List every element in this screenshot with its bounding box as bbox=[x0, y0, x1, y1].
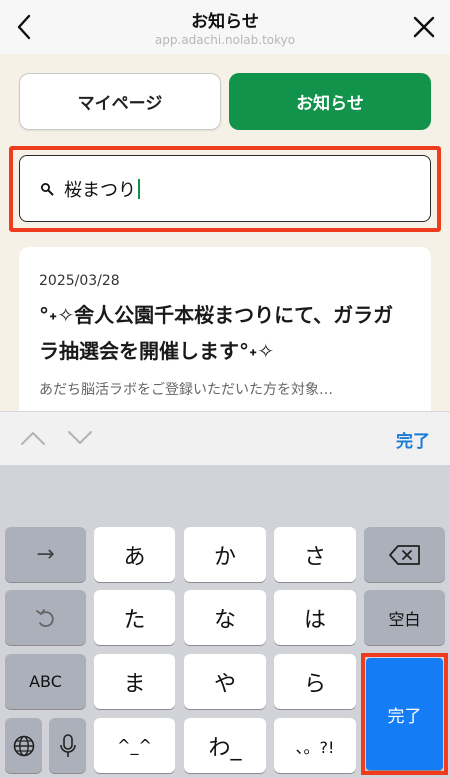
article-title: °˖✧舎人公園千本桜まつりにて、ガラガラ抽選会を開催します°˖✧ bbox=[39, 303, 394, 363]
chevron-down-icon[interactable] bbox=[67, 430, 93, 446]
search-icon bbox=[41, 182, 54, 195]
key-emoticon-label: ^_^ bbox=[117, 736, 152, 755]
close-icon bbox=[413, 16, 435, 38]
tab-notice[interactable]: お知らせ bbox=[229, 73, 431, 130]
microphone-icon bbox=[59, 733, 76, 757]
tab-mypage[interactable]: マイページ bbox=[19, 73, 221, 130]
key-ka[interactable]: か bbox=[184, 527, 266, 582]
backspace-key[interactable] bbox=[364, 527, 445, 582]
abc-key-label: ABC bbox=[29, 672, 62, 691]
undo-key[interactable] bbox=[5, 590, 86, 645]
key-sa[interactable]: さ bbox=[274, 527, 356, 582]
key-a[interactable]: あ bbox=[94, 527, 175, 582]
key-arrow[interactable]: → bbox=[5, 527, 86, 582]
key-ra-label: ら bbox=[303, 671, 326, 697]
keyboard-accessory-bar: 完了 bbox=[0, 411, 450, 465]
key-ya[interactable]: や bbox=[184, 654, 266, 709]
key-arrow-label: → bbox=[36, 542, 55, 567]
text-caret bbox=[138, 178, 140, 199]
abc-key[interactable]: ABC bbox=[5, 654, 86, 709]
key-na[interactable]: な bbox=[184, 590, 266, 645]
article-date: 2025/03/28 bbox=[39, 273, 120, 289]
key-emoticon[interactable]: ^_^ bbox=[94, 718, 175, 773]
key-punctuation[interactable]: 、。?! bbox=[274, 718, 356, 773]
chevron-up-icon[interactable] bbox=[20, 430, 46, 446]
page-url: app.adachi.nolab.tokyo bbox=[154, 33, 296, 47]
key-ta-label: た bbox=[123, 607, 146, 633]
key-ha[interactable]: は bbox=[274, 590, 356, 645]
tab-mypage-label: マイページ bbox=[77, 94, 163, 114]
microphone-key[interactable] bbox=[49, 718, 86, 773]
globe-key[interactable] bbox=[5, 718, 42, 773]
space-key[interactable]: 空白 bbox=[364, 590, 445, 645]
browser-header: お知らせ app.adachi.nolab.tokyo bbox=[0, 0, 450, 54]
backspace-icon bbox=[388, 544, 420, 565]
accessory-done-button[interactable]: 完了 bbox=[396, 427, 430, 452]
key-sa-label: さ bbox=[303, 544, 326, 570]
key-ma-label: ま bbox=[123, 671, 146, 697]
search-input-value: 桜まつり bbox=[64, 179, 136, 201]
key-ya-label: や bbox=[213, 671, 236, 697]
done-key-highlight-frame bbox=[361, 653, 448, 775]
key-ka-label: か bbox=[213, 544, 236, 570]
article-excerpt: あだち脳活ラボをご登録いただいた方を対象… bbox=[39, 382, 333, 398]
key-wa-label: わ_ bbox=[208, 735, 242, 761]
globe-icon bbox=[13, 735, 34, 756]
key-a-label: あ bbox=[123, 544, 146, 570]
key-ta[interactable]: た bbox=[94, 590, 175, 645]
key-punctuation-label: 、。?! bbox=[295, 737, 335, 757]
close-button[interactable] bbox=[410, 13, 438, 41]
key-ma[interactable]: ま bbox=[94, 654, 175, 709]
key-ra[interactable]: ら bbox=[274, 654, 356, 709]
tab-notice-label: お知らせ bbox=[296, 94, 364, 114]
key-na-label: な bbox=[213, 607, 236, 633]
search-input[interactable]: 桜まつり bbox=[19, 155, 431, 222]
undo-icon bbox=[35, 608, 54, 627]
space-key-label: 空白 bbox=[388, 609, 421, 629]
key-ha-label: は bbox=[303, 607, 326, 633]
article-card[interactable]: 2025/03/28 °˖✧舎人公園千本桜まつりにて、ガラガラ抽選会を開催します… bbox=[19, 247, 431, 427]
page-title: お知らせ bbox=[191, 12, 259, 32]
key-wa[interactable]: わ_ bbox=[184, 718, 266, 773]
